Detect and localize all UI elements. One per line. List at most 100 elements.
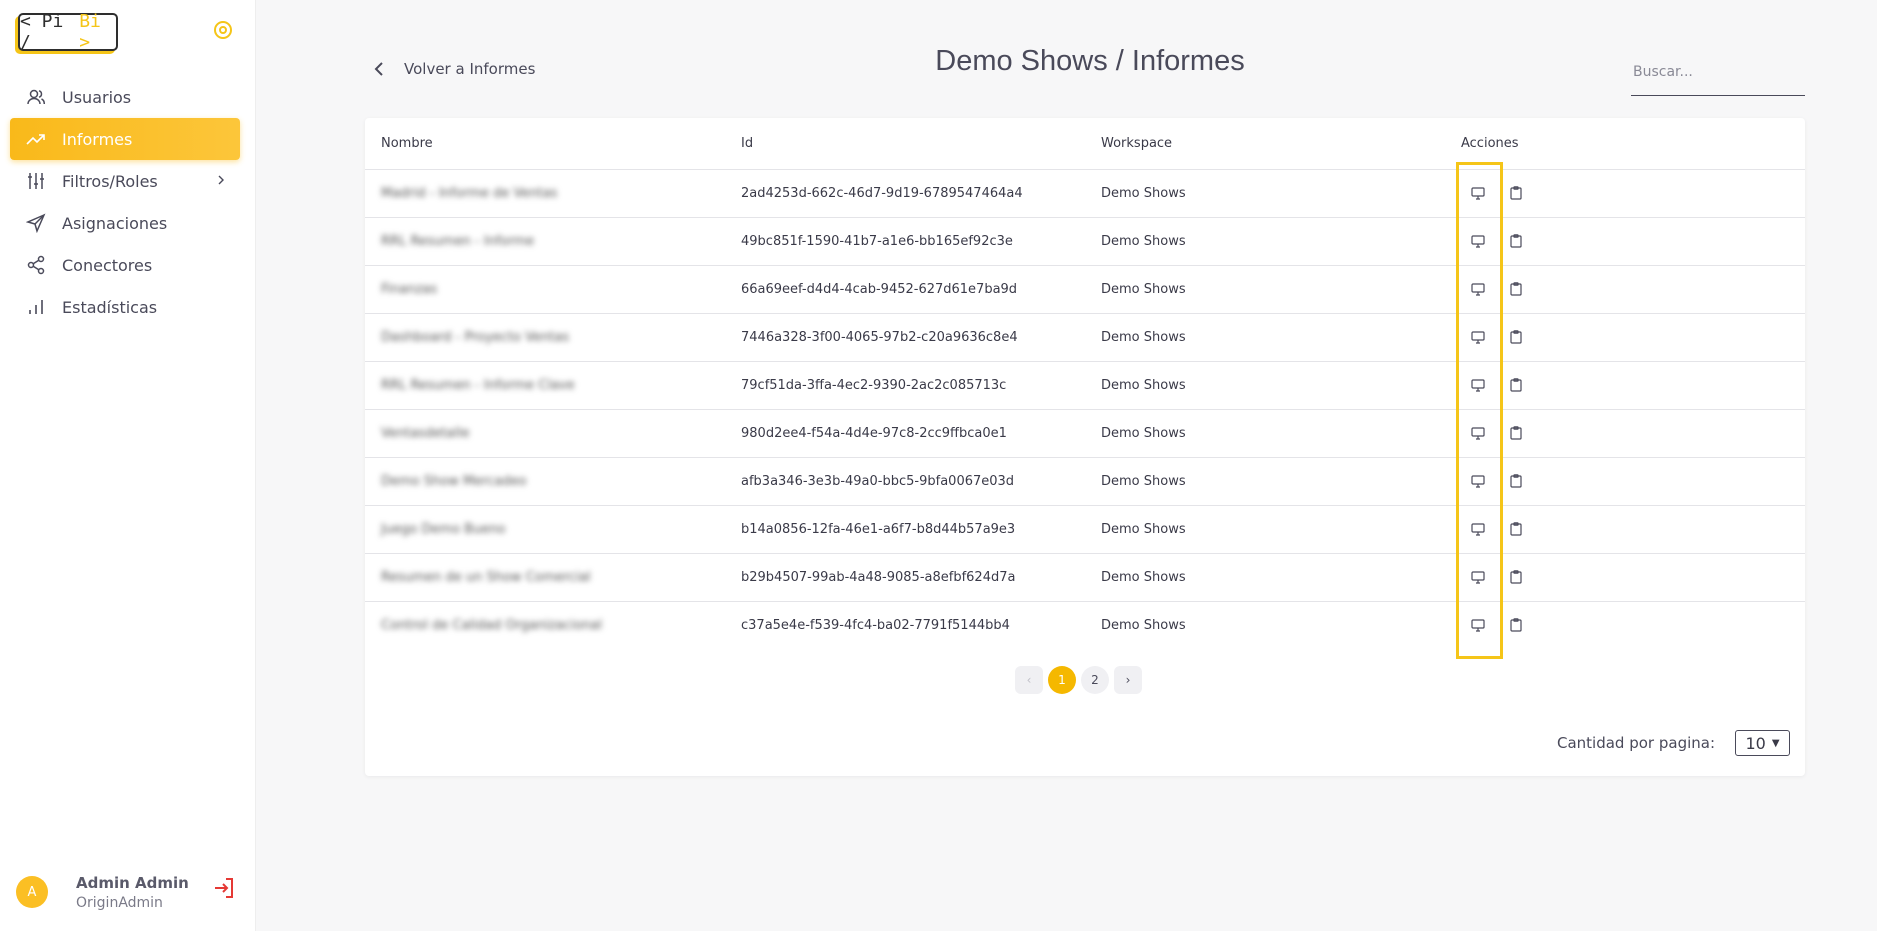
sidebar-item-usuarios[interactable]: Usuarios (10, 76, 240, 118)
app-logo[interactable]: < Pi / Bi > (18, 11, 118, 53)
sidebar-item-informes[interactable]: Informes (10, 118, 240, 160)
report-workspace-cell: Demo Shows (1085, 169, 1445, 218)
trending-up-icon (26, 129, 46, 149)
pagination-next-button[interactable]: › (1114, 666, 1142, 694)
column-header-id[interactable]: Id (725, 118, 1085, 170)
view-report-monitor-icon[interactable] (1469, 184, 1487, 202)
report-workspace-cell: Demo Shows (1085, 217, 1445, 266)
report-workspace-cell: Demo Shows (1101, 617, 1186, 633)
table-row: Dashboard - Proyecto Ventas 7446a328-3f00… (365, 313, 1805, 362)
users-icon (26, 87, 46, 107)
report-name: Demo Show Mercadeo (381, 473, 527, 489)
pagination-page-2[interactable]: 2 (1081, 666, 1109, 694)
report-workspace-cell: Demo Shows (1085, 313, 1445, 362)
report-name-cell[interactable]: Demo Show Mercadeo (365, 457, 725, 506)
report-id-cell: b14a0856-12fa-46e1-a6f7-b8d44b57a9e3 (725, 505, 1085, 554)
table-row: RRL Resumen - Informe Clave 79cf51da-3ffa… (365, 361, 1805, 410)
sidebar-item-asignaciones[interactable]: Asignaciones (10, 202, 240, 244)
report-id-cell: 49bc851f-1590-41b7-a1e6-bb165ef92c3e (725, 217, 1085, 266)
report-name: Ventasdetalle (381, 425, 470, 441)
sidebar-item-estadisticas[interactable]: Estadísticas (10, 286, 240, 328)
report-name: Control de Calidad Organizacional (381, 617, 603, 633)
report-id-cell: 7446a328-3f00-4065-97b2-c20a9636c8e4 (725, 313, 1085, 362)
page-title: Demo Shows / Informes (935, 45, 1245, 77)
sliders-icon (26, 171, 46, 191)
copy-clipboard-icon[interactable] (1507, 376, 1525, 394)
report-name-cell[interactable]: Dashboard - Proyecto Ventas (365, 313, 725, 362)
share-icon (26, 255, 46, 275)
column-header-workspace[interactable]: Workspace (1085, 118, 1445, 170)
table-row: RRL Resumen - Informe 49bc851f-1590-41b7-… (365, 217, 1805, 266)
report-name-cell[interactable]: Madrid - Informe de Ventas (365, 169, 725, 218)
report-actions-cell (1445, 601, 1805, 649)
pagination-page-1[interactable]: 1 (1048, 666, 1076, 694)
view-report-monitor-icon[interactable] (1469, 472, 1487, 490)
per-page-value: 10 (1745, 733, 1766, 753)
per-page-control: Cantidad por pagina: 10 ▼ (1557, 730, 1791, 756)
column-header-nombre[interactable]: Nombre (365, 118, 725, 170)
report-workspace-cell: Demo Shows (1085, 265, 1445, 314)
copy-clipboard-icon[interactable] (1507, 616, 1525, 634)
column-header-acciones: Acciones (1445, 118, 1805, 170)
report-id-cell: 2ad4253d-662c-46d7-9d19-6789547464a4 (725, 169, 1085, 218)
copy-clipboard-icon[interactable] (1507, 328, 1525, 346)
view-report-monitor-icon[interactable] (1469, 616, 1487, 634)
copy-clipboard-icon[interactable] (1507, 472, 1525, 490)
view-report-monitor-icon[interactable] (1469, 424, 1487, 442)
report-workspace-cell: Demo Shows (1085, 409, 1445, 458)
report-actions-cell (1445, 457, 1805, 506)
copy-clipboard-icon[interactable] (1507, 280, 1525, 298)
report-name-cell[interactable]: RRL Resumen - Informe (365, 217, 725, 266)
view-report-monitor-icon[interactable] (1469, 280, 1487, 298)
table-row: Madrid - Informe de Ventas 2ad4253d-662c-… (365, 169, 1805, 218)
reports-table: Nombre Id Workspace Acciones Madrid - In… (365, 118, 1805, 649)
report-name-cell[interactable]: Ventasdetalle (365, 409, 725, 458)
view-report-monitor-icon[interactable] (1469, 520, 1487, 538)
table-row: Control de Calidad Organizacional c37a5e4… (365, 601, 1805, 649)
avatar[interactable]: A (16, 876, 48, 908)
report-actions-cell (1445, 361, 1805, 410)
view-report-monitor-icon[interactable] (1469, 376, 1487, 394)
chevron-left-icon (370, 60, 388, 78)
view-report-monitor-icon[interactable] (1469, 232, 1487, 250)
report-name-cell[interactable]: Control de Calidad Organizacional (365, 601, 725, 649)
report-workspace-cell: Demo Shows (1085, 457, 1445, 506)
copy-clipboard-icon[interactable] (1507, 424, 1525, 442)
report-name-cell[interactable]: Finanzas (365, 265, 725, 314)
sidebar-nav: Usuarios Informes Filtros/Roles Asignaci… (10, 76, 240, 328)
logout-icon[interactable] (210, 874, 238, 902)
report-name: Dashboard - Proyecto Ventas (381, 329, 570, 345)
user-name: Admin Admin (76, 873, 189, 892)
view-report-monitor-icon[interactable] (1469, 328, 1487, 346)
pagination-prev-button[interactable]: ‹ (1015, 666, 1043, 694)
per-page-select[interactable]: 10 ▼ (1735, 730, 1791, 756)
copy-clipboard-icon[interactable] (1507, 184, 1525, 202)
user-profile: A Admin Admin OriginAdmin (16, 868, 241, 916)
report-name-cell[interactable]: Juego Demo Bueno (365, 505, 725, 554)
report-name-cell[interactable]: Resumen de un Show Comercial (365, 553, 725, 602)
report-actions-cell (1445, 265, 1805, 314)
report-name: Juego Demo Bueno (381, 521, 506, 537)
chevron-right-icon (212, 171, 230, 189)
report-id-cell: 79cf51da-3ffa-4ec2-9390-2ac2c085713c (725, 361, 1085, 410)
report-name: RRL Resumen - Informe (381, 233, 535, 249)
report-actions-cell (1445, 169, 1805, 218)
sidebar-item-conectores[interactable]: Conectores (10, 244, 240, 286)
copy-clipboard-icon[interactable] (1507, 568, 1525, 586)
report-name: RRL Resumen - Informe Clave (381, 377, 575, 393)
back-to-informes-link[interactable]: Volver a Informes (370, 60, 535, 78)
report-workspace-cell: Demo Shows (1085, 361, 1445, 410)
sidebar-item-filtros-roles[interactable]: Filtros/Roles (10, 160, 240, 202)
copy-clipboard-icon[interactable] (1507, 520, 1525, 538)
table-row: Demo Show Mercadeo afb3a346-3e3b-49a0-bbc… (365, 457, 1805, 506)
report-actions-cell (1445, 409, 1805, 458)
sidebar: < Pi / Bi > Usuarios Informes Filtros/Ro… (0, 0, 256, 931)
search-input[interactable] (1631, 60, 1805, 96)
copy-clipboard-icon[interactable] (1507, 232, 1525, 250)
report-actions-cell (1445, 505, 1805, 554)
view-report-monitor-icon[interactable] (1469, 568, 1487, 586)
target-settings-icon[interactable] (212, 19, 234, 41)
report-name-cell[interactable]: RRL Resumen - Informe Clave (365, 361, 725, 410)
user-role: OriginAdmin (76, 894, 163, 911)
back-link-label: Volver a Informes (404, 60, 536, 78)
